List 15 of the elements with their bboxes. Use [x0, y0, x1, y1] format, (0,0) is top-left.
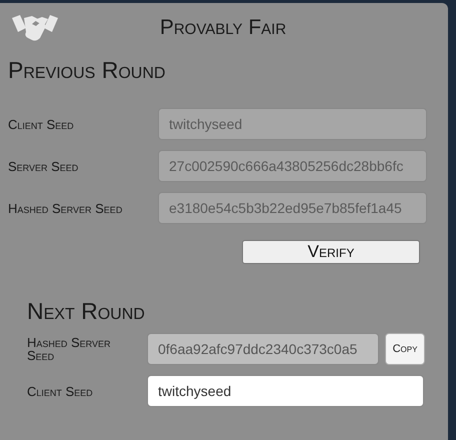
field-label: Hashed Server Seed [27, 336, 112, 362]
input-field[interactable]: e3180e54c5b3b22ed95e7b85fef1a45 [158, 192, 427, 224]
dialog-title: Provably Fair [158, 16, 288, 40]
field-label: Hashed Server Seed [8, 202, 124, 214]
verify-button[interactable]: Verify [242, 240, 420, 264]
input-field[interactable]: 0f6aa92afc97ddc2340c373c0a5 [147, 333, 379, 365]
field-label: Client Seed [8, 118, 75, 130]
input-field[interactable]: twitchyseed [147, 375, 424, 407]
field-label: Client Seed [27, 384, 94, 398]
section-heading: Previous Round [8, 57, 166, 84]
field-label: Server Seed [8, 160, 80, 172]
section-heading: Next Round [27, 298, 145, 325]
input-field[interactable]: twitchyseed [158, 108, 427, 140]
copy-button[interactable]: Copy [385, 333, 425, 365]
input-field[interactable]: 27c002590c666a43805256dc28bb6fc [158, 150, 427, 182]
